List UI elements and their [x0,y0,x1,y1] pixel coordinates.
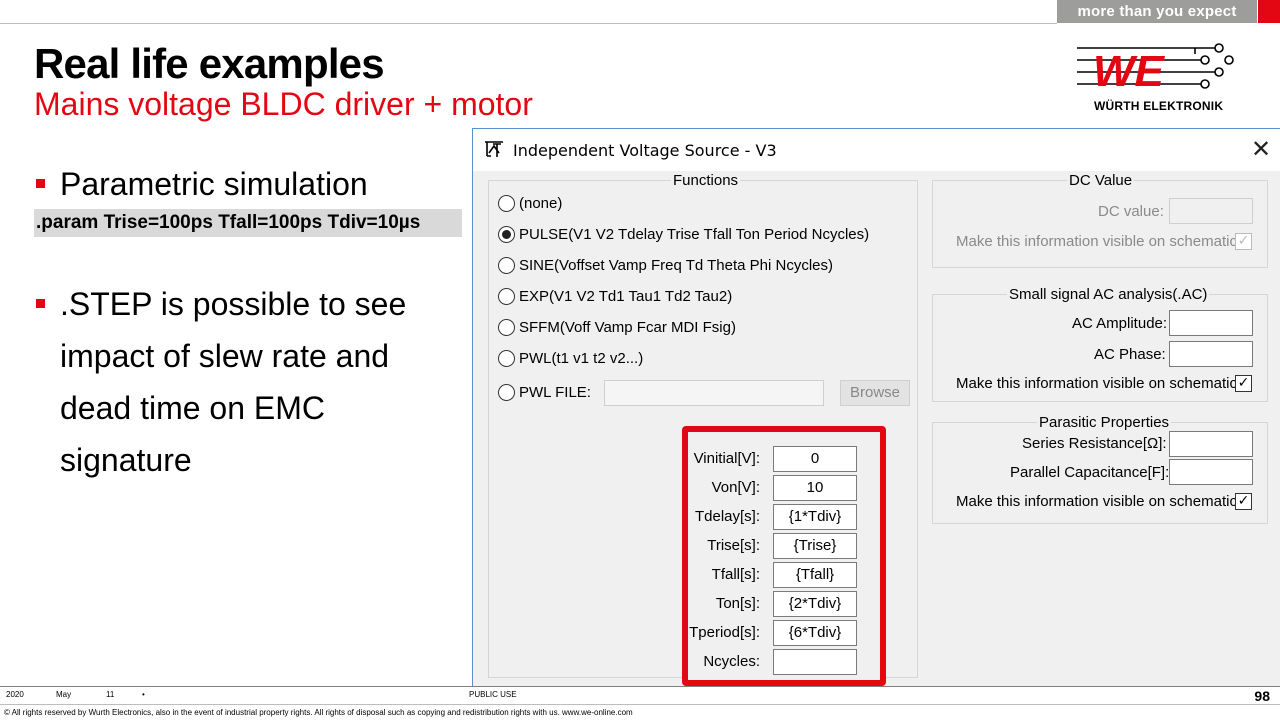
radio-button-selected[interactable] [498,226,515,243]
bullet-line: impact of slew rate and [60,338,390,374]
param-input-tdelay[interactable]: {1*Tdiv} [773,504,857,530]
ac-visible-label: Make this information visible on schemat… [956,375,1242,392]
bullet-text: .STEP is possible to see impact of slew … [60,278,406,486]
brand-corner-block [1258,0,1280,23]
dc-visible-checkbox[interactable]: ✓ [1235,233,1252,250]
parasitic-group-label: Parasitic Properties [1037,414,1172,431]
radio-button[interactable] [498,384,515,401]
param-label-tdelay: Tdelay[s]: [694,508,760,525]
tagline: more than you expect [1057,0,1257,23]
bullet-text: Parametric simulation [60,166,368,202]
radio-button[interactable] [498,319,515,336]
param-input-von[interactable]: 10 [773,475,857,501]
series-resistance-label: Series Resistance[Ω]: [1022,435,1167,452]
radio-button[interactable] [498,195,515,212]
param-label-ton: Ton[s]: [715,595,760,612]
slide-subtitle: Mains voltage BLDC driver + motor [34,86,533,122]
bullet-marker [36,299,45,308]
param-input-vinitial[interactable]: 0 [773,446,857,472]
dc-value-group: DC Value [932,172,1268,268]
pulse-parameters-highlight: Vinitial[V]: 0 Von[V]: 10 Tdelay[s]: {1*… [682,426,886,686]
footer-rule [0,686,1280,687]
parasitic-visible-checkbox[interactable]: ✓ [1235,493,1252,510]
bullet-line: dead time on EMC [60,390,326,426]
ac-visible-checkbox[interactable]: ✓ [1235,375,1252,392]
functions-group-label: Functions [671,172,741,189]
logo-wordmark: WÜRTH ELEKTRONIK [1094,99,1224,113]
dc-value-label: DC value: [1098,203,1164,220]
ltspice-app-icon [485,141,503,157]
footer-classification: PUBLIC USE [469,690,517,699]
radio-button[interactable] [498,257,515,274]
param-label-von: Von[V]: [711,479,760,496]
bullet-marker [36,179,45,188]
page-number: 98 [1254,688,1270,704]
dialog-titlebar[interactable]: Independent Voltage Source - V3 ✕ [473,129,1280,171]
top-rule [0,23,1057,24]
footer-copyright: © All rights reserved by Wurth Electroni… [4,708,633,717]
footer-rule-secondary [0,704,1280,705]
bullet-line: .STEP is possible to see [60,286,407,322]
footer-dot: • [142,690,145,699]
footer-day: 11 [106,690,115,699]
ac-phase-label: AC Phase: [1094,346,1166,363]
param-label-vinitial: Vinitial[V]: [693,450,760,467]
ac-amplitude-input[interactable] [1169,310,1253,336]
radio-label: (none) [519,195,563,212]
radio-button[interactable] [498,350,515,367]
param-input-ton[interactable]: {2*Tdiv} [773,591,857,617]
param-input-trise[interactable]: {Trise} [773,533,857,559]
bullet-line: signature [60,442,192,478]
param-input-tfall[interactable]: {Tfall} [773,562,857,588]
param-input-tperiod[interactable]: {6*Tdiv} [773,620,857,646]
parallel-capacitance-input[interactable] [1169,459,1253,485]
param-label-ncycles: Ncycles: [703,653,760,670]
radio-label: PULSE(V1 V2 Tdelay Trise Tfall Ton Perio… [519,226,870,243]
radio-label: EXP(V1 V2 Td1 Tau1 Td2 Tau2) [519,288,733,305]
radio-label: SINE(Voffset Vamp Freq Td Theta Phi Ncyc… [519,257,834,274]
param-label-tfall: Tfall[s]: [711,566,760,583]
dc-visible-label: Make this information visible on schemat… [956,233,1242,250]
radio-button[interactable] [498,288,515,305]
param-statement: .param Trise=100ps Tfall=100ps Tdiv=10µs [34,209,462,237]
dc-group-label: DC Value [1067,172,1135,189]
radio-label: SFFM(Voff Vamp Fcar MDI Fsig) [519,319,736,336]
browse-button[interactable]: Browse [840,380,910,406]
series-resistance-input[interactable] [1169,431,1253,457]
parasitic-visible-label: Make this information visible on schemat… [956,493,1242,510]
dc-value-input[interactable] [1169,198,1253,224]
logo-letters: WE [1093,47,1166,96]
param-label-trise: Trise[s]: [707,537,760,554]
parallel-capacitance-label: Parallel Capacitance[F]: [1010,464,1170,481]
footer-year: 2020 [6,690,24,699]
radio-label: PWL FILE: [519,384,591,401]
close-icon[interactable]: ✕ [1249,137,1273,161]
ac-group-label: Small signal AC analysis(.AC) [1007,286,1210,303]
ac-amplitude-label: AC Amplitude: [1072,315,1168,332]
footer-month: May [56,690,72,699]
slide-title: Real life examples [34,40,385,87]
param-label-tperiod: Tperiod[s]: [689,624,760,641]
ac-phase-input[interactable] [1169,341,1253,367]
pwl-file-path-field[interactable] [604,380,824,406]
radio-label: PWL(t1 v1 t2 v2...) [519,350,644,367]
param-input-ncycles[interactable] [773,649,857,675]
dialog-title: Independent Voltage Source - V3 [513,141,777,160]
